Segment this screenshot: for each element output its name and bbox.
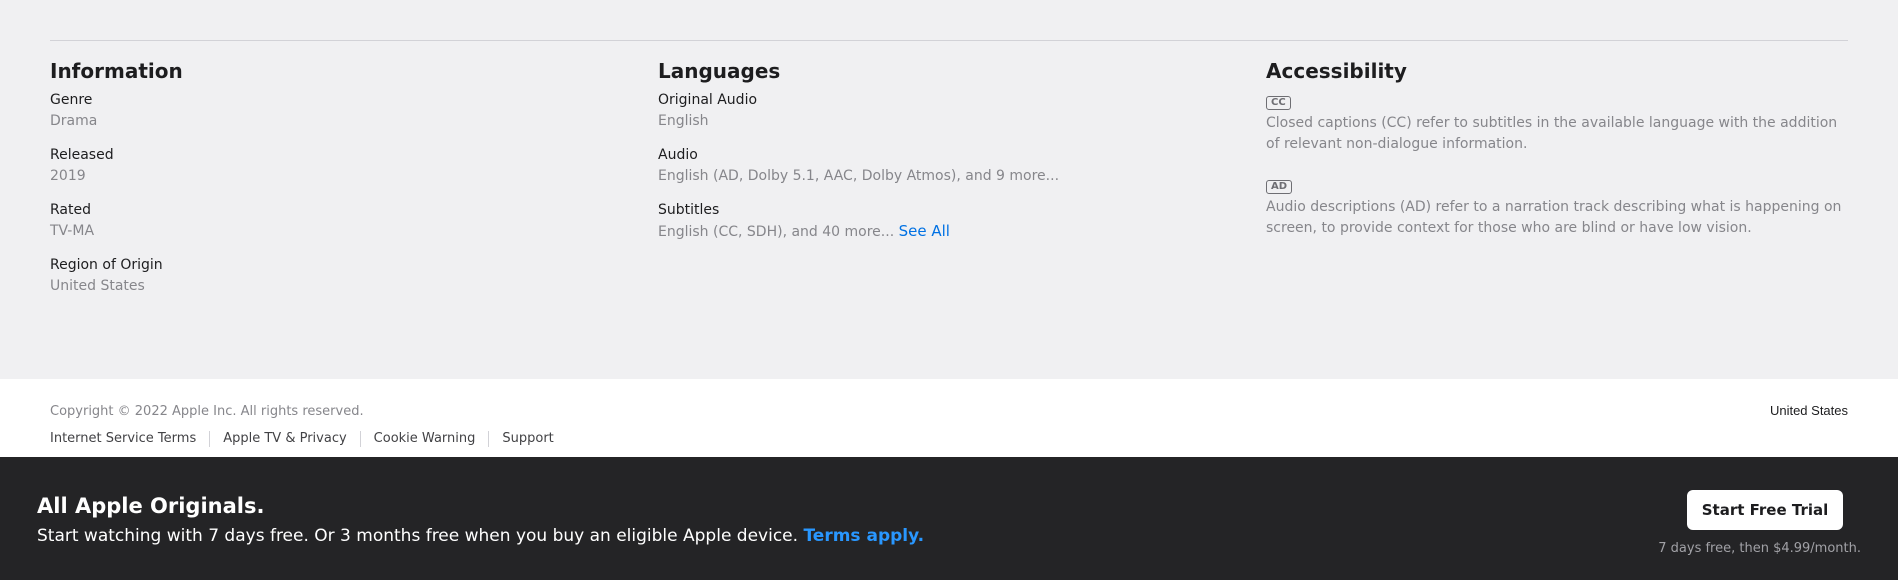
field-label: Genre (50, 92, 93, 108)
rated-field: Rated TV-MA (50, 200, 610, 242)
region-selector[interactable]: United States (1770, 403, 1848, 419)
field-value: Drama (50, 113, 98, 129)
closed-captions-description: Closed captions (CC) refer to subtitles … (1266, 115, 1838, 152)
information-column: Information Genre Drama Released 2019 Ra… (50, 58, 610, 310)
field-label: Region of Origin (50, 257, 163, 273)
audio-descriptions-item: AD Audio descriptions (AD) refer to a na… (1266, 174, 1848, 239)
subtitles-value: English (CC, SDH), and 40 more... (658, 224, 895, 240)
see-all-link[interactable]: See All (899, 222, 950, 240)
subtitles-field: Subtitles English (CC, SDH), and 40 more… (658, 200, 1218, 243)
promo-banner: All Apple Originals. Start watching with… (0, 457, 1898, 580)
internet-service-terms-link[interactable]: Internet Service Terms (50, 431, 209, 447)
apple-tv-privacy-link[interactable]: Apple TV & Privacy (209, 431, 359, 447)
field-value: United States (50, 278, 145, 294)
ad-badge-icon: AD (1266, 180, 1293, 194)
languages-column: Languages Original Audio English Audio E… (658, 58, 1218, 256)
page-footer: Copyright © 2022 Apple Inc. All rights r… (0, 379, 1898, 457)
footer-links: Internet Service Terms Apple TV & Privac… (50, 431, 567, 447)
field-label: Released (50, 147, 114, 163)
field-label: Rated (50, 202, 91, 218)
section-divider (50, 40, 1848, 41)
field-label: Original Audio (658, 92, 758, 108)
banner-title: All Apple Originals. (37, 494, 265, 518)
languages-heading: Languages (658, 59, 781, 83)
genre-field: Genre Drama (50, 90, 610, 132)
start-free-trial-button[interactable]: Start Free Trial (1687, 490, 1843, 530)
terms-apply-link[interactable]: Terms apply. (803, 526, 924, 546)
trial-price-note: 7 days free, then $4.99/month. (1658, 541, 1861, 556)
cc-badge-icon: CC (1266, 96, 1291, 110)
field-label: Audio (658, 147, 698, 163)
field-label: Subtitles (658, 202, 720, 218)
accessibility-column: Accessibility CC Closed captions (CC) re… (1266, 58, 1848, 258)
audio-field: Audio English (AD, Dolby 5.1, AAC, Dolby… (658, 145, 1218, 187)
audio-descriptions-description: Audio descriptions (AD) refer to a narra… (1266, 199, 1842, 236)
banner-description: Start watching with 7 days free. Or 3 mo… (37, 526, 799, 546)
field-value: English (AD, Dolby 5.1, AAC, Dolby Atmos… (658, 168, 1060, 184)
field-value: English (658, 113, 709, 129)
region-of-origin-field: Region of Origin United States (50, 255, 610, 297)
original-audio-field: Original Audio English (658, 90, 1218, 132)
support-link[interactable]: Support (488, 431, 566, 447)
field-value: English (CC, SDH), and 40 more... See Al… (658, 221, 1218, 243)
information-heading: Information (50, 59, 183, 83)
copyright-text: Copyright © 2022 Apple Inc. All rights r… (50, 404, 364, 419)
banner-text: Start watching with 7 days free. Or 3 mo… (37, 525, 924, 547)
field-value: TV-MA (50, 223, 95, 239)
released-field: Released 2019 (50, 145, 610, 187)
closed-captions-item: CC Closed captions (CC) refer to subtitl… (1266, 90, 1848, 155)
cookie-warning-link[interactable]: Cookie Warning (359, 431, 489, 447)
field-value: 2019 (50, 168, 86, 184)
accessibility-heading: Accessibility (1266, 59, 1407, 83)
info-section: Information Genre Drama Released 2019 Ra… (0, 0, 1898, 379)
